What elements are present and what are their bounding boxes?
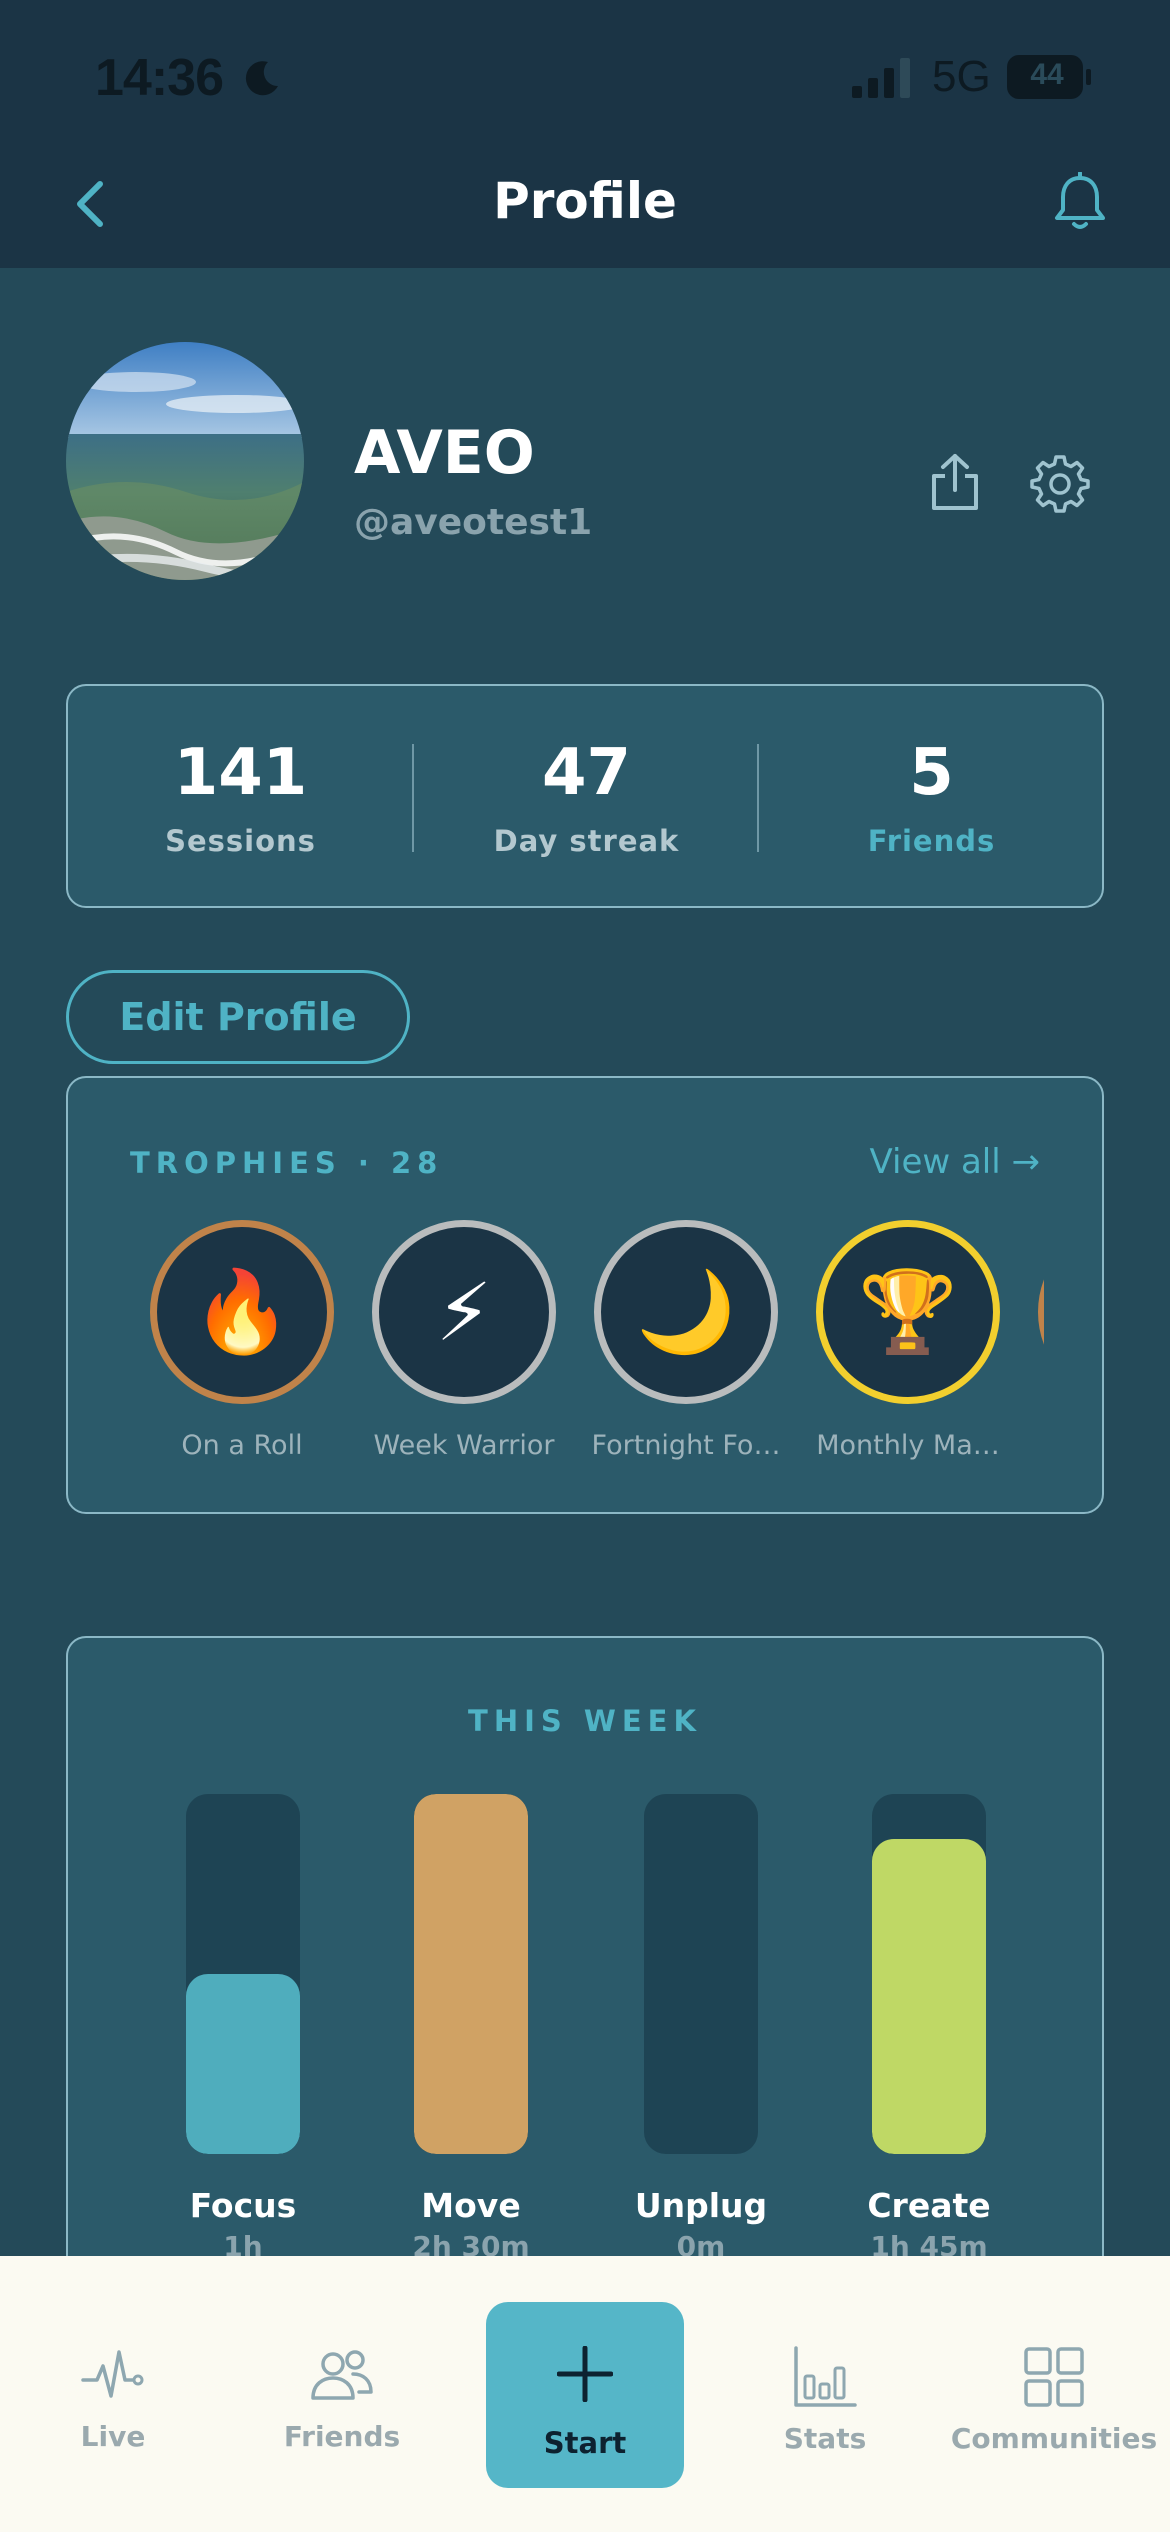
trophy-badge: 🔥 <box>150 1220 334 1404</box>
nav-friends[interactable]: Friends <box>232 2346 452 2453</box>
start-button[interactable]: Start <box>486 2302 684 2488</box>
username-handle: @aveotest1 <box>354 502 593 543</box>
nav-label: Communities <box>950 2422 1158 2455</box>
trophy-label: On a Roll <box>181 1430 303 1461</box>
view-all-link[interactable]: View all → <box>869 1142 1040 1182</box>
trophy-strip[interactable]: 🔥 On a Roll ⚡ Week Warrior 🌙 Fortnight F… <box>130 1220 1044 1470</box>
gear-icon[interactable] <box>1030 454 1090 514</box>
lightning-icon: ⚡ <box>435 1265 493 1359</box>
grid-icon <box>1024 2347 1084 2407</box>
battery-level: 44 <box>1030 58 1064 91</box>
top-bar: 14:36 5G 44 Profile <box>0 0 1170 268</box>
trophy-item[interactable]: 🔥 On a Roll <box>130 1220 340 1470</box>
stat-label[interactable]: Friends <box>759 824 1104 858</box>
page-title: Profile <box>493 172 677 230</box>
nav-label: Stats <box>783 2422 867 2455</box>
nav-label: Friends <box>283 2420 401 2453</box>
trophy-label: Fortnight Fo… <box>591 1430 781 1461</box>
this-week-card: THIS WEEK Focus 1h Move 2h 30m Unplug 0m… <box>66 1636 1104 2356</box>
moon-icon <box>245 61 278 96</box>
share-icon[interactable] <box>930 452 980 512</box>
trophy-item[interactable]: 🏆 Monthly Ma… <box>796 1220 1006 1470</box>
bell-icon[interactable] <box>1050 172 1110 234</box>
this-week-title: THIS WEEK <box>468 1704 702 1738</box>
edit-profile-button[interactable]: Edit Profile <box>66 970 410 1064</box>
trophy-item[interactable]: 🌙 Fortnight Fo… <box>574 1220 784 1470</box>
trophy-label: Monthly Ma… <box>816 1430 1000 1461</box>
nav-label: Live <box>80 2420 146 2453</box>
pulse-icon <box>81 2350 144 2398</box>
crescent-moon-icon: 🌙 <box>636 1265 736 1358</box>
stat-label: Sessions <box>165 824 316 858</box>
bar-label: Unplug <box>634 2186 768 2225</box>
nav-communities[interactable]: Communities <box>944 2346 1164 2455</box>
stat-label: Day streak <box>493 824 680 858</box>
network-label: 5G <box>932 52 991 101</box>
stat-value: 47 <box>541 736 632 810</box>
bar-track-move <box>414 1794 528 2154</box>
trophy-item[interactable] <box>1018 1220 1044 1470</box>
trophy-item[interactable]: ⚡ Week Warrior <box>352 1220 562 1470</box>
avatar[interactable] <box>66 342 304 580</box>
friends-icon <box>311 2350 373 2400</box>
bar-track-unplug <box>644 1794 758 2154</box>
display-name: AVEO <box>354 418 535 488</box>
stat-value: 141 <box>173 736 308 810</box>
bar-track-create <box>872 1794 986 2154</box>
trophy-badge: 🌙 <box>594 1220 778 1404</box>
trophy-badge <box>1038 1220 1044 1404</box>
bar-track-focus <box>186 1794 300 2154</box>
bar-chart-icon <box>794 2346 857 2407</box>
trophy-badge: ⚡ <box>372 1220 556 1404</box>
nav-live[interactable]: Live <box>3 2346 223 2453</box>
stat-value: 5 <box>909 736 954 810</box>
signal-icon <box>852 58 910 98</box>
stat-day-streak: 47 Day streak <box>414 686 759 906</box>
trophy-badge: 🏆 <box>816 1220 1000 1404</box>
bar-label: Focus <box>189 2186 297 2225</box>
fire-icon: 🔥 <box>192 1265 292 1358</box>
avatar-image <box>66 342 304 580</box>
stat-friends[interactable]: 5 Friends <box>759 686 1104 906</box>
trophies-title: TROPHIES · 28 <box>130 1146 444 1180</box>
bar-fill <box>872 1839 986 2154</box>
status-time: 14:36 <box>95 49 224 107</box>
bar-label: Move <box>421 2186 521 2225</box>
stats-card: 141 Sessions 47 Day streak 5 Friends <box>66 684 1104 908</box>
trophies-card: TROPHIES · 28 View all → 🔥 On a Roll ⚡ W… <box>66 1076 1104 1514</box>
bar-fill <box>186 1974 300 2154</box>
bar-label: Create <box>867 2186 991 2225</box>
start-label: Start <box>543 2426 627 2460</box>
trophy-cup-icon: 🏆 <box>858 1265 958 1358</box>
nav-stats[interactable]: Stats <box>715 2346 935 2455</box>
stat-sessions: 141 Sessions <box>68 686 413 906</box>
bottom-nav: Live Friends Start Stats Communities <box>0 2256 1170 2532</box>
plus-icon <box>557 2346 613 2402</box>
trophy-label: Week Warrior <box>373 1430 555 1461</box>
bar-fill <box>414 1794 528 2154</box>
